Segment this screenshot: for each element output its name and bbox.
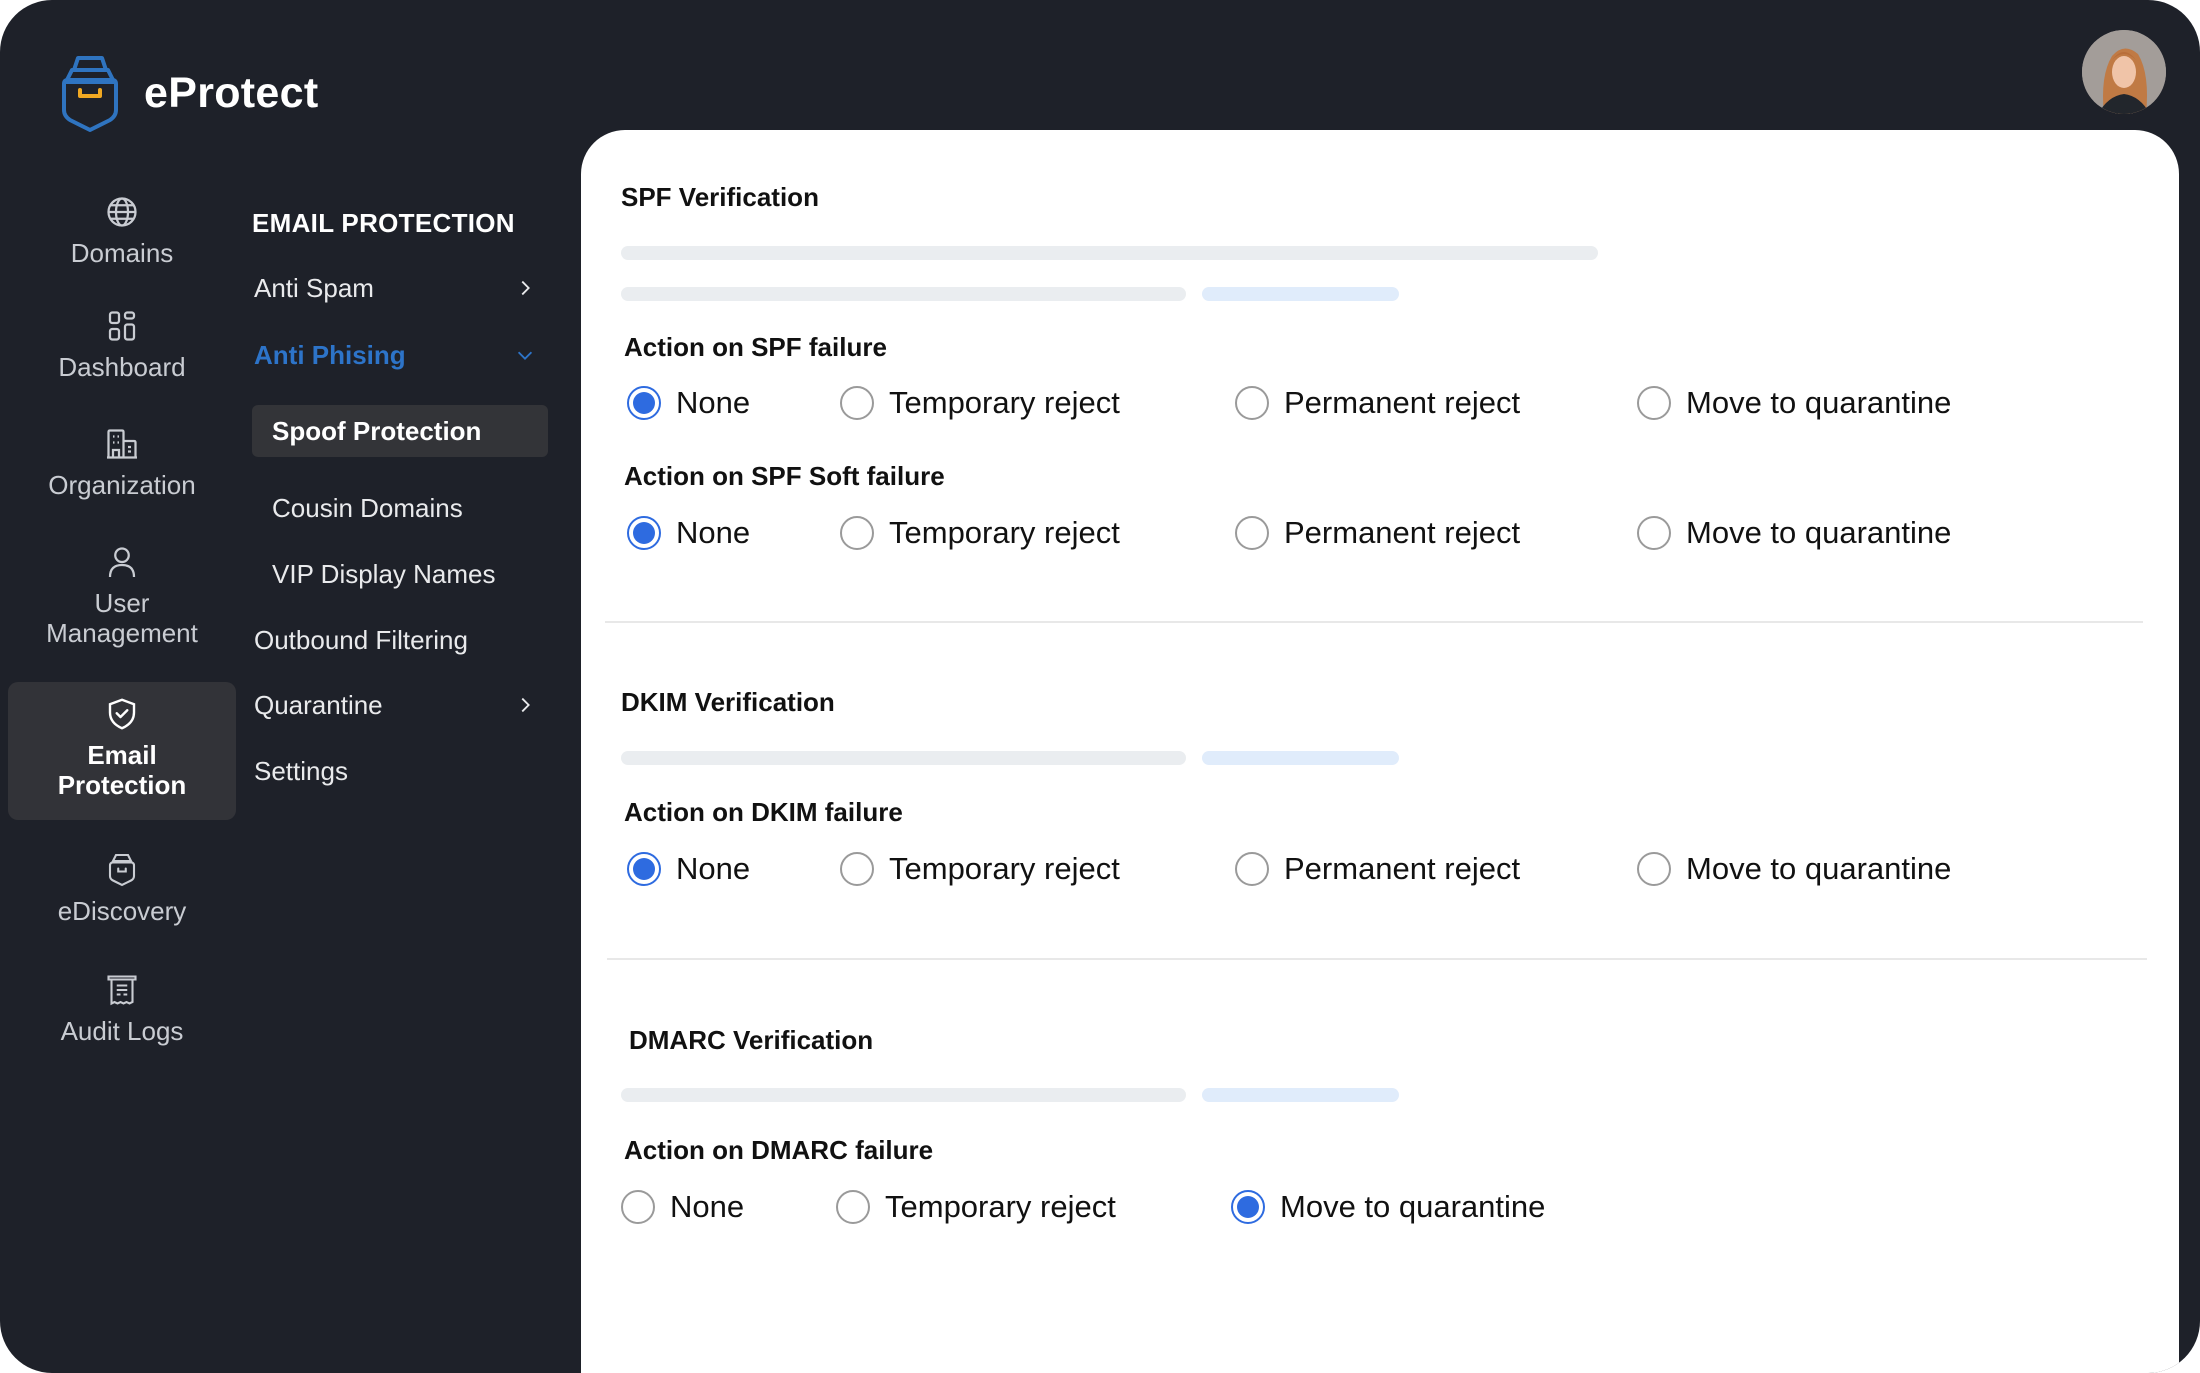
rail-item-dashboard[interactable]: Dashboard — [8, 308, 236, 400]
nav-item-settings[interactable]: Settings — [254, 751, 544, 791]
radio-permanent-reject[interactable]: Permanent reject — [1235, 385, 1520, 421]
nav-label: Quarantine — [254, 689, 383, 720]
nav-label: Spoof Protection — [272, 415, 482, 446]
radio-move-to-quarantine[interactable]: Move to quarantine — [1637, 851, 1951, 887]
radio-move-to-quarantine[interactable]: Move to quarantine — [1231, 1189, 1545, 1225]
globe-icon — [107, 197, 137, 227]
rail-item-organization[interactable]: Organization — [8, 426, 236, 518]
shield-check-icon — [108, 698, 136, 730]
subnav-title: EMAIL PROTECTION — [252, 208, 515, 238]
radio-circle — [1637, 516, 1671, 550]
dkim-section-title: DKIM Verification — [621, 687, 835, 717]
ediscovery-icon — [108, 853, 136, 887]
radio-circle — [1235, 852, 1269, 886]
nav-item-spoof-protection[interactable]: Spoof Protection — [252, 405, 548, 457]
rail-label: Dashboard — [58, 352, 186, 382]
radio-circle — [1235, 386, 1269, 420]
nav-label: Anti Phising — [254, 339, 406, 370]
chevron-right-icon — [521, 280, 530, 296]
chevron-down-icon — [517, 351, 533, 360]
app-name: eProtect — [144, 68, 319, 117]
skeleton-link — [1202, 751, 1399, 765]
rail-label: Audit Logs — [60, 1016, 184, 1046]
grid-icon — [108, 311, 136, 341]
receipt-icon — [107, 975, 137, 1006]
chevron-right-icon — [521, 697, 530, 713]
app-logo[interactable]: eProtect — [58, 54, 318, 132]
eprotect-logo-icon — [62, 56, 118, 132]
radio-temporary-reject[interactable]: Temporary reject — [840, 851, 1120, 887]
radio-circle — [621, 1190, 655, 1224]
rail-item-ediscovery[interactable]: eDiscovery — [8, 852, 236, 944]
rail-label: Email Protection — [57, 740, 187, 800]
dkim-failure-label: Action on DKIM failure — [624, 797, 903, 827]
rail-item-user-management[interactable]: User Management — [8, 544, 236, 666]
user-avatar[interactable] — [2082, 30, 2166, 114]
radio-none[interactable]: None — [621, 1189, 744, 1225]
radio-circle — [840, 516, 874, 550]
nav-item-quarantine[interactable]: Quarantine — [254, 685, 544, 725]
radio-circle — [836, 1190, 870, 1224]
radio-permanent-reject[interactable]: Permanent reject — [1235, 515, 1520, 551]
skeleton-line — [621, 287, 1186, 301]
spf-soft-failure-label: Action on SPF Soft failure — [624, 461, 945, 491]
radio-none[interactable]: None — [627, 385, 750, 421]
skeleton-link — [1202, 1088, 1399, 1102]
user-icon — [108, 547, 136, 578]
radio-none[interactable]: None — [627, 515, 750, 551]
nav-label: Anti Spam — [254, 272, 374, 303]
avatar-photo-icon — [2082, 30, 2166, 114]
radio-none[interactable]: None — [627, 851, 750, 887]
radio-temporary-reject[interactable]: Temporary reject — [836, 1189, 1116, 1225]
radio-circle — [1231, 1190, 1265, 1224]
radio-move-to-quarantine[interactable]: Move to quarantine — [1637, 515, 1951, 551]
nav-label: Settings — [254, 755, 348, 786]
radio-circle — [627, 852, 661, 886]
rail-label: User Management — [46, 588, 198, 648]
spf-section-title: SPF Verification — [621, 182, 819, 212]
skeleton-line — [621, 246, 1598, 260]
nav-label: VIP Display Names — [272, 558, 496, 589]
app-frame: eProtect Domains Dashboard Organization … — [0, 0, 2200, 1373]
radio-temporary-reject[interactable]: Temporary reject — [840, 385, 1120, 421]
section-divider — [607, 958, 2147, 960]
radio-circle — [1637, 852, 1671, 886]
content-panel: SPF Verification Action on SPF failure N… — [581, 130, 2179, 1373]
radio-circle — [1637, 386, 1671, 420]
radio-temporary-reject[interactable]: Temporary reject — [840, 515, 1120, 551]
spf-failure-label: Action on SPF failure — [624, 332, 887, 362]
radio-circle — [627, 386, 661, 420]
radio-move-to-quarantine[interactable]: Move to quarantine — [1637, 385, 1951, 421]
radio-circle — [840, 852, 874, 886]
nav-item-outbound-filtering[interactable]: Outbound Filtering — [254, 620, 544, 660]
rail-item-email-protection[interactable]: Email Protection — [8, 682, 236, 820]
radio-circle — [627, 516, 661, 550]
nav-label: Cousin Domains — [272, 492, 463, 523]
skeleton-line — [621, 751, 1186, 765]
rail-label: Organization — [48, 470, 196, 500]
rail-item-domains[interactable]: Domains — [8, 194, 236, 286]
dmarc-failure-label: Action on DMARC failure — [624, 1135, 934, 1165]
nav-item-cousin-domains[interactable]: Cousin Domains — [252, 482, 548, 534]
rail-label: Domains — [70, 238, 174, 268]
nav-item-vip-display-names[interactable]: VIP Display Names — [252, 548, 548, 600]
nav-label: Outbound Filtering — [254, 624, 468, 655]
skeleton-line — [621, 1088, 1186, 1102]
section-divider — [605, 621, 2143, 623]
nav-item-anti-spam[interactable]: Anti Spam — [254, 268, 544, 308]
radio-circle — [1235, 516, 1269, 550]
dmarc-section-title: DMARC Verification — [629, 1025, 874, 1055]
rail-label: eDiscovery — [57, 896, 187, 926]
radio-permanent-reject[interactable]: Permanent reject — [1235, 851, 1520, 887]
radio-circle — [840, 386, 874, 420]
rail-item-audit-logs[interactable]: Audit Logs — [8, 972, 236, 1064]
skeleton-link — [1202, 287, 1399, 301]
building-icon — [107, 429, 137, 459]
nav-item-anti-phising[interactable]: Anti Phising — [254, 335, 544, 375]
